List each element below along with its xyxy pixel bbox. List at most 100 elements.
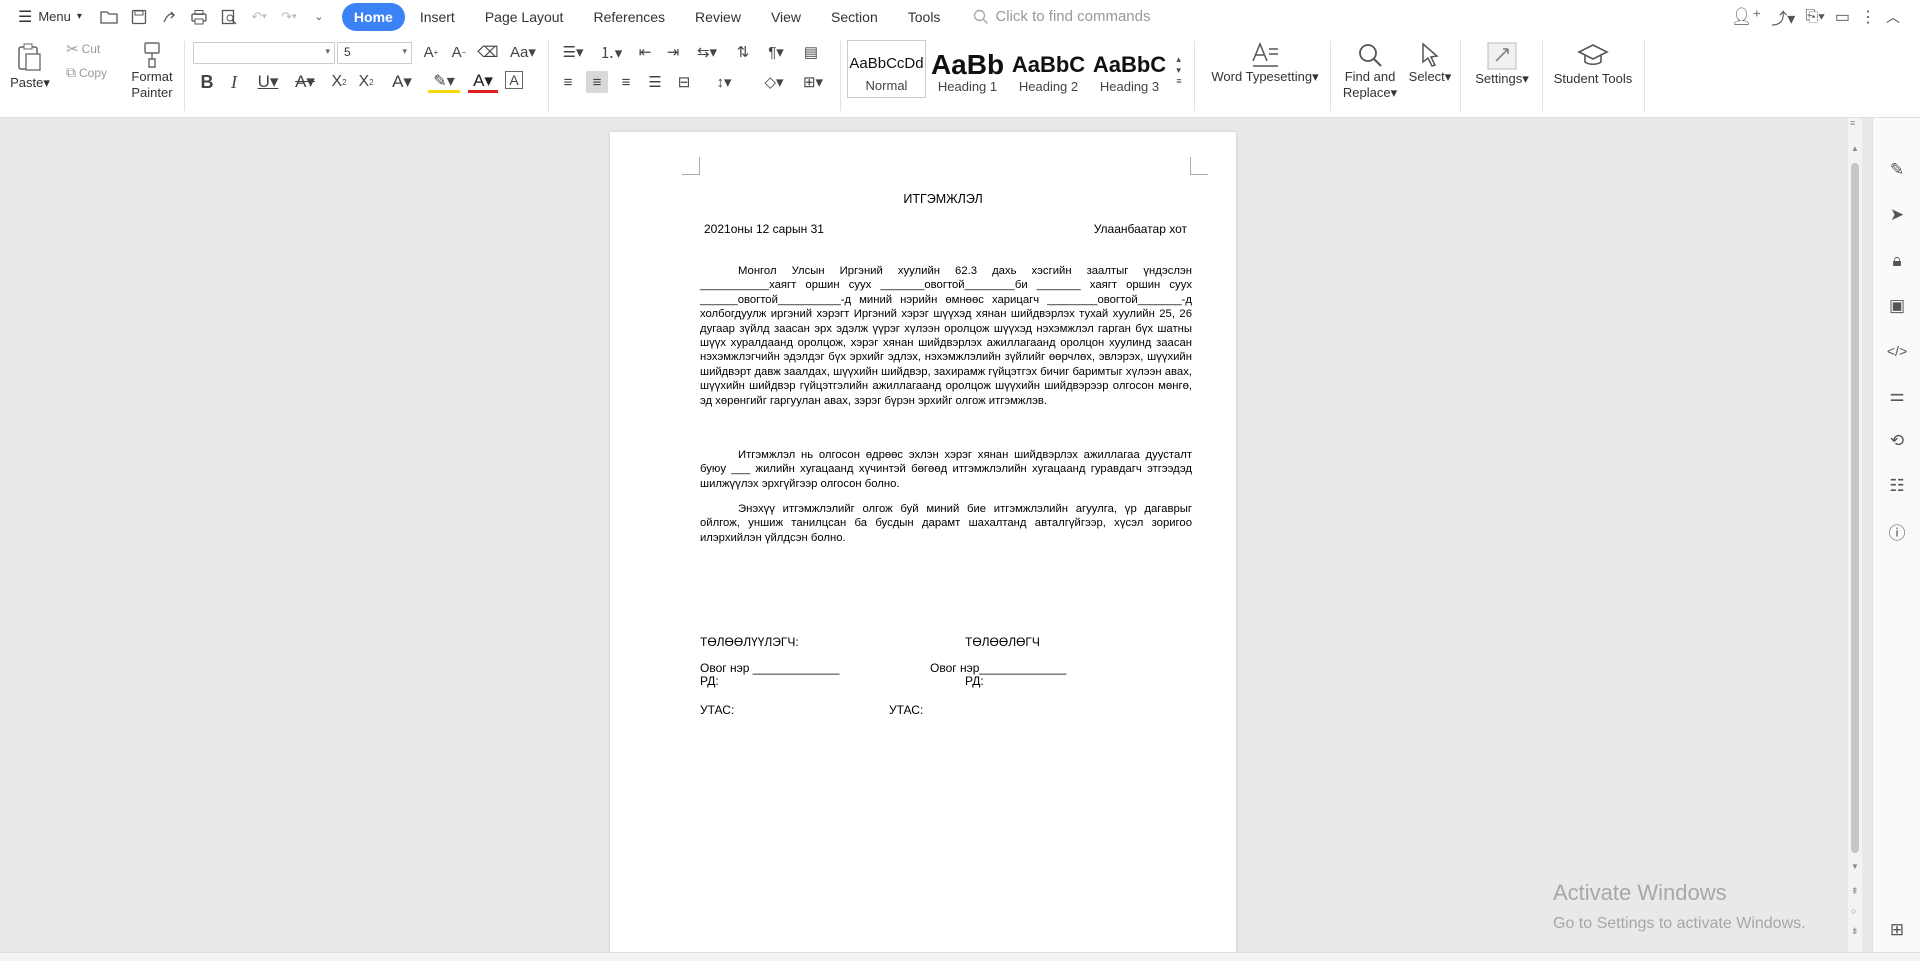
code-icon[interactable]: </>	[1885, 339, 1909, 363]
paste-button[interactable]: Paste▾	[10, 43, 50, 91]
lock-icon[interactable]: 🔒︎	[1885, 249, 1909, 273]
copy-button[interactable]: ⧉ Copy	[66, 64, 107, 81]
outline-icon[interactable]: ☷	[1885, 474, 1909, 498]
cursor-select-icon[interactable]: ➤	[1885, 203, 1909, 227]
align-right-icon[interactable]: ≡	[615, 71, 637, 93]
subscript-icon[interactable]: X2	[355, 71, 377, 93]
text-effect-icon[interactable]: A▾	[387, 71, 417, 93]
save-icon[interactable]	[126, 4, 152, 30]
history-icon[interactable]: ⟲	[1885, 429, 1909, 453]
align-center-icon[interactable]: ≡	[586, 71, 608, 93]
italic-icon[interactable]: I	[223, 71, 245, 93]
prev-page-icon[interactable]: ⇞	[1851, 886, 1859, 897]
tab-home[interactable]: Home	[341, 2, 405, 31]
font-color-icon[interactable]: A▾	[468, 71, 498, 93]
distributed-icon[interactable]: ⊟	[673, 71, 695, 93]
tab-tools[interactable]: Tools	[893, 3, 956, 31]
justify-icon[interactable]: ☰	[644, 71, 666, 93]
bold-icon[interactable]: B	[196, 71, 218, 93]
numbered-list-icon[interactable]: ⒈▾	[595, 41, 627, 63]
tab-insert[interactable]: Insert	[405, 3, 470, 31]
sort-icon[interactable]: ⇅	[732, 41, 754, 63]
font-size-dropdown[interactable]: 5 ▾	[337, 42, 412, 64]
strikethrough-icon[interactable]: A▾	[290, 71, 320, 93]
tab-section[interactable]: Section	[816, 3, 893, 31]
cloud-sync-icon[interactable]: ⎘▾	[1805, 8, 1825, 26]
tab-view[interactable]: View	[756, 3, 816, 31]
select-browse-icon[interactable]: ○	[1851, 906, 1856, 916]
separator	[1542, 41, 1543, 111]
underline-icon[interactable]: U▾	[252, 71, 284, 93]
increase-indent-icon[interactable]: ⇥	[662, 41, 684, 63]
borders-icon[interactable]: ⊞▾	[797, 71, 829, 93]
style-heading-3[interactable]: AaBbC Heading 3	[1090, 40, 1169, 98]
tab-page-layout[interactable]: Page Layout	[470, 3, 579, 31]
select-button[interactable]: Select▾	[1406, 41, 1454, 85]
document-page[interactable]: ИТГЭМЖЛЭЛ 2021оны 12 сарын 31 Улаанбаата…	[610, 132, 1236, 952]
print-preview-icon[interactable]	[216, 4, 242, 30]
style-normal[interactable]: AaBbCcDd Normal	[847, 40, 926, 98]
scroll-top-icon[interactable]: ≡	[1850, 118, 1855, 128]
undo-icon[interactable]: ↶ ▾	[246, 4, 272, 30]
open-folder-icon[interactable]	[96, 4, 122, 30]
help-icon[interactable]: ⓘ	[1885, 519, 1909, 543]
collapse-ribbon-icon[interactable]: ︿	[1886, 7, 1900, 27]
find-replace-label-2: Replace	[1342, 85, 1391, 100]
next-page-icon[interactable]: ⇟	[1851, 926, 1859, 937]
increase-font-icon[interactable]: A +	[420, 41, 442, 63]
cut-button[interactable]: ✂ Cut	[66, 40, 100, 58]
edit-pen-icon[interactable]: ✎	[1885, 158, 1909, 182]
export-icon[interactable]	[156, 4, 182, 30]
font-name-dropdown[interactable]: ▾	[193, 42, 335, 64]
separator	[1644, 41, 1645, 111]
format-painter-label-2: Painter	[131, 85, 173, 100]
separator	[1460, 41, 1461, 111]
style-heading-1-label: Heading 1	[937, 79, 998, 94]
image-edit-icon[interactable]: ▣	[1885, 294, 1909, 318]
print-icon[interactable]	[186, 4, 212, 30]
add-user-icon[interactable]: 👤︎⁺	[1731, 7, 1762, 27]
sliders-icon[interactable]: ⚌	[1885, 384, 1909, 408]
settings-button[interactable]: Settings▾	[1472, 41, 1532, 87]
comment-icon[interactable]: ▭	[1835, 7, 1850, 27]
typesetting-icon	[1252, 42, 1278, 67]
styles-scroll-icon[interactable]: ▴ ▾ ≡	[1172, 41, 1186, 99]
show-marks-icon[interactable]: ¶▾	[760, 41, 792, 63]
menu-button[interactable]: ☰ Menu ▾	[0, 0, 92, 33]
scrollbar-thumb[interactable]	[1851, 163, 1859, 853]
search-icon	[974, 9, 989, 24]
style-heading-1[interactable]: AaBb Heading 1	[928, 40, 1007, 98]
command-search[interactable]: Click to find commands	[973, 8, 1151, 25]
highlight-icon[interactable]: ✎▾	[428, 71, 460, 93]
character-border-icon[interactable]: A	[505, 71, 523, 89]
align-left-icon[interactable]: ≡	[557, 71, 579, 93]
tab-references[interactable]: References	[578, 3, 680, 31]
find-replace-button[interactable]: Find and Replace▾	[1338, 41, 1402, 101]
change-case-icon[interactable]: Aa▾	[507, 41, 539, 63]
share-icon[interactable]: ⤴▾	[1771, 5, 1795, 29]
shading-icon[interactable]: ◇▾	[758, 71, 790, 93]
grid-view-icon[interactable]: ⊞	[1885, 918, 1909, 942]
style-heading-2[interactable]: AaBbC Heading 2	[1009, 40, 1088, 98]
decrease-font-icon[interactable]: A −	[448, 41, 470, 63]
more-options-icon[interactable]: ⋮	[1860, 7, 1876, 27]
word-typesetting-button[interactable]: Word Typesetting▾	[1205, 41, 1325, 85]
format-painter-button[interactable]: Format Painter	[126, 41, 178, 101]
scroll-down-icon[interactable]: ▼	[1851, 862, 1859, 871]
customize-toolbar-icon[interactable]: ⌄	[306, 4, 332, 30]
decrease-indent-icon[interactable]: ⇤	[634, 41, 656, 63]
vertical-scrollbar[interactable]: ≡ ▲ ▼ ⇞ ○ ⇟	[1848, 118, 1862, 952]
ruler-icon[interactable]: ▤	[800, 41, 822, 63]
paragraph: Энэхүү итгэмжлэлийг олгож буй миний бие …	[700, 503, 1192, 544]
tab-review[interactable]: Review	[680, 3, 756, 31]
copy-icon: ⧉	[66, 64, 76, 80]
clear-format-icon[interactable]: ⌫	[477, 41, 499, 63]
redo-icon[interactable]: ↷ ▾	[276, 4, 302, 30]
student-tools-button[interactable]: Student Tools	[1550, 41, 1636, 87]
bullet-list-icon[interactable]: ☰▾	[557, 41, 589, 63]
line-spacing-icon[interactable]: ↕▾	[708, 71, 740, 93]
scroll-up-icon[interactable]: ▲	[1851, 144, 1859, 153]
text-direction-icon[interactable]: ⇆▾	[691, 41, 723, 63]
superscript-icon[interactable]: X2	[328, 71, 350, 93]
find-replace-label-1: Find and	[1344, 69, 1396, 84]
